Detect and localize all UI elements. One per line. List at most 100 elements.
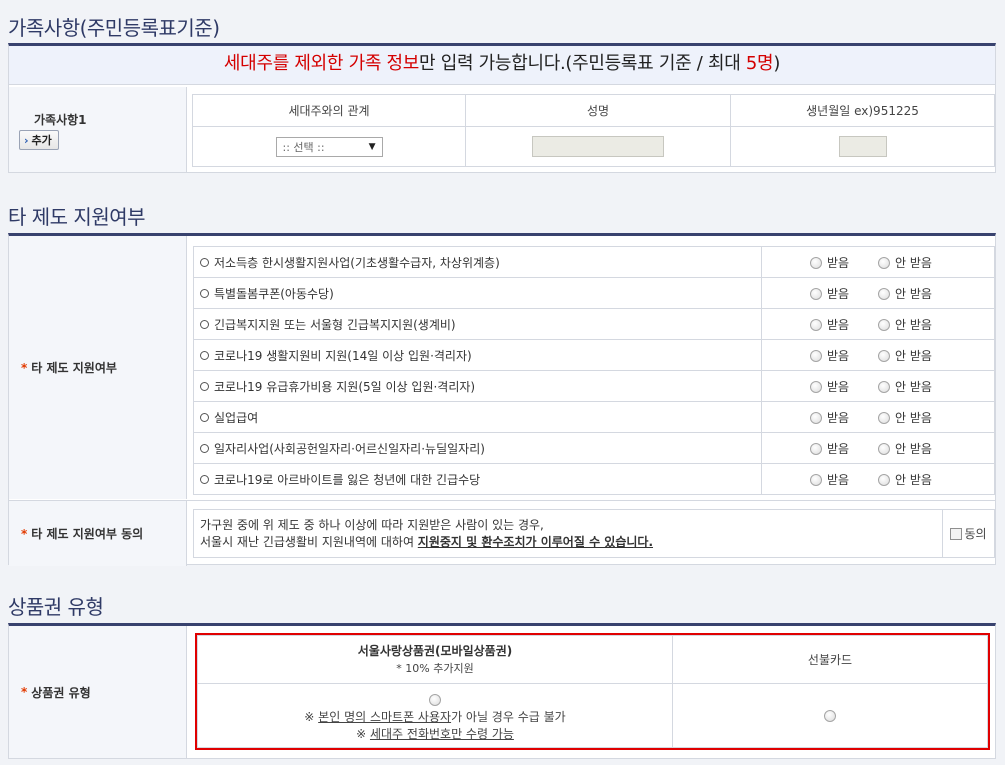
support-options-cell: 받음 안 받음 bbox=[761, 246, 995, 278]
bullet-circle-icon bbox=[200, 412, 209, 422]
not-received-label: 안 받음 bbox=[895, 317, 932, 332]
mobile-voucher-option-cell: ※ 본인 명의 스마트폰 사용자가 아닐 경우 수급 불가 ※ 세대주 전화번호… bbox=[197, 683, 673, 748]
received-option[interactable]: 받음 bbox=[810, 471, 878, 488]
received-option[interactable]: 받음 bbox=[810, 409, 878, 426]
received-radio[interactable] bbox=[810, 442, 822, 455]
support-item-cell: 코로나19 생활지원비 지원(14일 이상 입원·격리자) bbox=[193, 339, 762, 371]
received-label: 받음 bbox=[827, 317, 850, 332]
bullet-circle-icon bbox=[200, 319, 209, 329]
not-received-option[interactable]: 안 받음 bbox=[878, 378, 932, 395]
not-received-label: 안 받음 bbox=[895, 441, 932, 456]
support-item-cell: 특별돌봄쿠폰(아동수당) bbox=[193, 277, 762, 309]
not-received-radio[interactable] bbox=[878, 442, 890, 455]
family-section-heading: 가족사항(주민등록표기준) bbox=[8, 16, 220, 40]
consent-row-label-cell: * 타 제도 지원여부 동의 bbox=[9, 500, 187, 566]
note1-end: 가 아닐 경우 수급 불가 bbox=[451, 709, 566, 724]
not-received-label: 안 받음 bbox=[895, 348, 932, 363]
received-radio[interactable] bbox=[810, 318, 822, 331]
consent-line2: 서울시 재난 긴급생활비 지원내역에 대하여 지원중지 및 환수조치가 이루어질… bbox=[200, 534, 942, 551]
prepaid-card-radio[interactable] bbox=[824, 709, 836, 722]
support-options-cell: 받음 안 받음 bbox=[761, 401, 995, 433]
not-received-radio[interactable] bbox=[878, 256, 890, 269]
not-received-option[interactable]: 안 받음 bbox=[878, 254, 932, 271]
not-received-option[interactable]: 안 받음 bbox=[878, 440, 932, 457]
received-radio[interactable] bbox=[810, 256, 822, 269]
voucher-table: 서울사랑상품권(모바일상품권) * 10% 추가지원 선불카드 ※ 본인 명의 … bbox=[197, 635, 988, 748]
support-item-label: 일자리사업(사회공헌일자리·어르신일자리·뉴딜일자리) bbox=[214, 441, 485, 456]
not-received-radio[interactable] bbox=[878, 411, 890, 424]
not-received-option[interactable]: 안 받음 bbox=[878, 347, 932, 364]
received-option[interactable]: 받음 bbox=[810, 347, 878, 364]
support-item-row: 실업급여 받음 안 받음 bbox=[193, 401, 995, 433]
mobile-voucher-title: 서울사랑상품권(모바일상품권) bbox=[357, 643, 513, 658]
birth-cell bbox=[730, 126, 995, 167]
relation-select[interactable]: :: 선택 :: ▼ bbox=[275, 136, 383, 157]
received-option[interactable]: 받음 bbox=[810, 316, 878, 333]
name-input[interactable] bbox=[532, 136, 664, 157]
received-label: 받음 bbox=[827, 472, 850, 487]
required-mark: * bbox=[21, 526, 28, 541]
not-received-option[interactable]: 안 받음 bbox=[878, 409, 932, 426]
note1: ※ 본인 명의 스마트폰 사용자가 아닐 경우 수급 불가 bbox=[198, 709, 672, 726]
received-label: 받음 bbox=[827, 255, 850, 270]
support-item-row: 코로나19 유급휴가비용 지원(5일 이상 입원·격리자) 받음 안 받음 bbox=[193, 370, 995, 402]
received-label: 받음 bbox=[827, 410, 850, 425]
voucher-section-heading: 상품권 유형 bbox=[8, 595, 104, 619]
not-received-radio[interactable] bbox=[878, 380, 890, 393]
support-item-label: 코로나19 생활지원비 지원(14일 이상 입원·격리자) bbox=[214, 348, 472, 363]
not-received-option[interactable]: 안 받음 bbox=[878, 471, 932, 488]
received-radio[interactable] bbox=[810, 380, 822, 393]
consent-text-cell: 가구원 중에 위 제도 중 하나 이상에 따라 지원받은 사람이 있는 경우, … bbox=[193, 509, 943, 558]
required-mark: * bbox=[21, 685, 28, 699]
birthdate-input[interactable] bbox=[838, 136, 887, 157]
mobile-voucher-radio[interactable] bbox=[429, 693, 441, 706]
support-item-row: 저소득층 한시생활지원사업(기초생활수급자, 차상위계층) 받음 안 받음 bbox=[193, 246, 995, 278]
support-item-label: 실업급여 bbox=[214, 410, 259, 425]
not-received-radio[interactable] bbox=[878, 287, 890, 300]
received-label: 받음 bbox=[827, 441, 850, 456]
bullet-circle-icon bbox=[200, 381, 209, 391]
received-option[interactable]: 받음 bbox=[810, 254, 878, 271]
consent-checkbox[interactable] bbox=[950, 528, 963, 540]
col-name-header: 성명 bbox=[465, 94, 731, 127]
family-table: 세대주와의 관계 성명 생년월일 ex)951225 :: 선택 :: ▼ bbox=[192, 94, 995, 167]
relation-cell: :: 선택 :: ▼ bbox=[192, 126, 466, 167]
support-options-cell: 받음 안 받음 bbox=[761, 432, 995, 464]
consent-line1: 가구원 중에 위 제도 중 하나 이상에 따라 지원받은 사람이 있는 경우, bbox=[200, 517, 544, 532]
support-item-label: 긴급복지지원 또는 서울형 긴급복지지원(생계비) bbox=[214, 317, 456, 332]
not-received-option[interactable]: 안 받음 bbox=[878, 316, 932, 333]
not-received-option[interactable]: 안 받음 bbox=[878, 285, 932, 302]
voucher-row-label-cell: * 상품권 유형 bbox=[9, 626, 187, 758]
support-item-label: 코로나19로 아르바이트를 잃은 청년에 대한 긴급수당 bbox=[214, 472, 481, 487]
received-option[interactable]: 받음 bbox=[810, 285, 878, 302]
support-item-row: 일자리사업(사회공헌일자리·어르신일자리·뉴딜일자리) 받음 안 받음 bbox=[193, 432, 995, 464]
bullet-circle-icon bbox=[200, 257, 209, 267]
consent-table: 가구원 중에 위 제도 중 하나 이상에 따라 지원받은 사람이 있는 경우, … bbox=[193, 509, 995, 558]
not-received-radio[interactable] bbox=[878, 473, 890, 486]
note2-prefix: ※ bbox=[356, 726, 370, 741]
add-family-button[interactable]: › 추가 bbox=[19, 130, 59, 150]
support-options-cell: 받음 안 받음 bbox=[761, 277, 995, 309]
received-option[interactable]: 받음 bbox=[810, 378, 878, 395]
support-item-label: 코로나19 유급휴가비용 지원(5일 이상 입원·격리자) bbox=[214, 379, 476, 394]
received-radio[interactable] bbox=[810, 411, 822, 424]
name-cell bbox=[465, 126, 731, 167]
consent-warning: 지원중지 및 환수조치가 이루어질 수 있습니다. bbox=[417, 534, 654, 549]
received-radio[interactable] bbox=[810, 473, 822, 486]
support-item-row: 코로나19로 아르바이트를 잃은 청년에 대한 긴급수당 받음 안 받음 bbox=[193, 463, 995, 495]
family-row-label: 가족사항1 bbox=[34, 113, 87, 127]
received-radio[interactable] bbox=[810, 287, 822, 300]
not-received-radio[interactable] bbox=[878, 349, 890, 362]
received-option[interactable]: 받음 bbox=[810, 440, 878, 457]
support-options-cell: 받음 안 받음 bbox=[761, 308, 995, 340]
support-item-row: 긴급복지지원 또는 서울형 긴급복지지원(생계비) 받음 안 받음 bbox=[193, 308, 995, 340]
consent-checkbox-label[interactable]: 동의 bbox=[964, 527, 986, 541]
support-row-label-cell: * 타 제도 지원여부 bbox=[9, 236, 187, 499]
not-received-radio[interactable] bbox=[878, 318, 890, 331]
received-radio[interactable] bbox=[810, 349, 822, 362]
note2-underlined: 세대주 전화번호만 수령 가능 bbox=[369, 726, 514, 741]
received-label: 받음 bbox=[827, 379, 850, 394]
voucher-section: * 상품권 유형 서울사랑상품권(모바일상품권) * 10% 추가지원 선불카드 … bbox=[8, 623, 996, 759]
bullet-circle-icon bbox=[200, 350, 209, 360]
bullet-circle-icon bbox=[200, 443, 209, 453]
